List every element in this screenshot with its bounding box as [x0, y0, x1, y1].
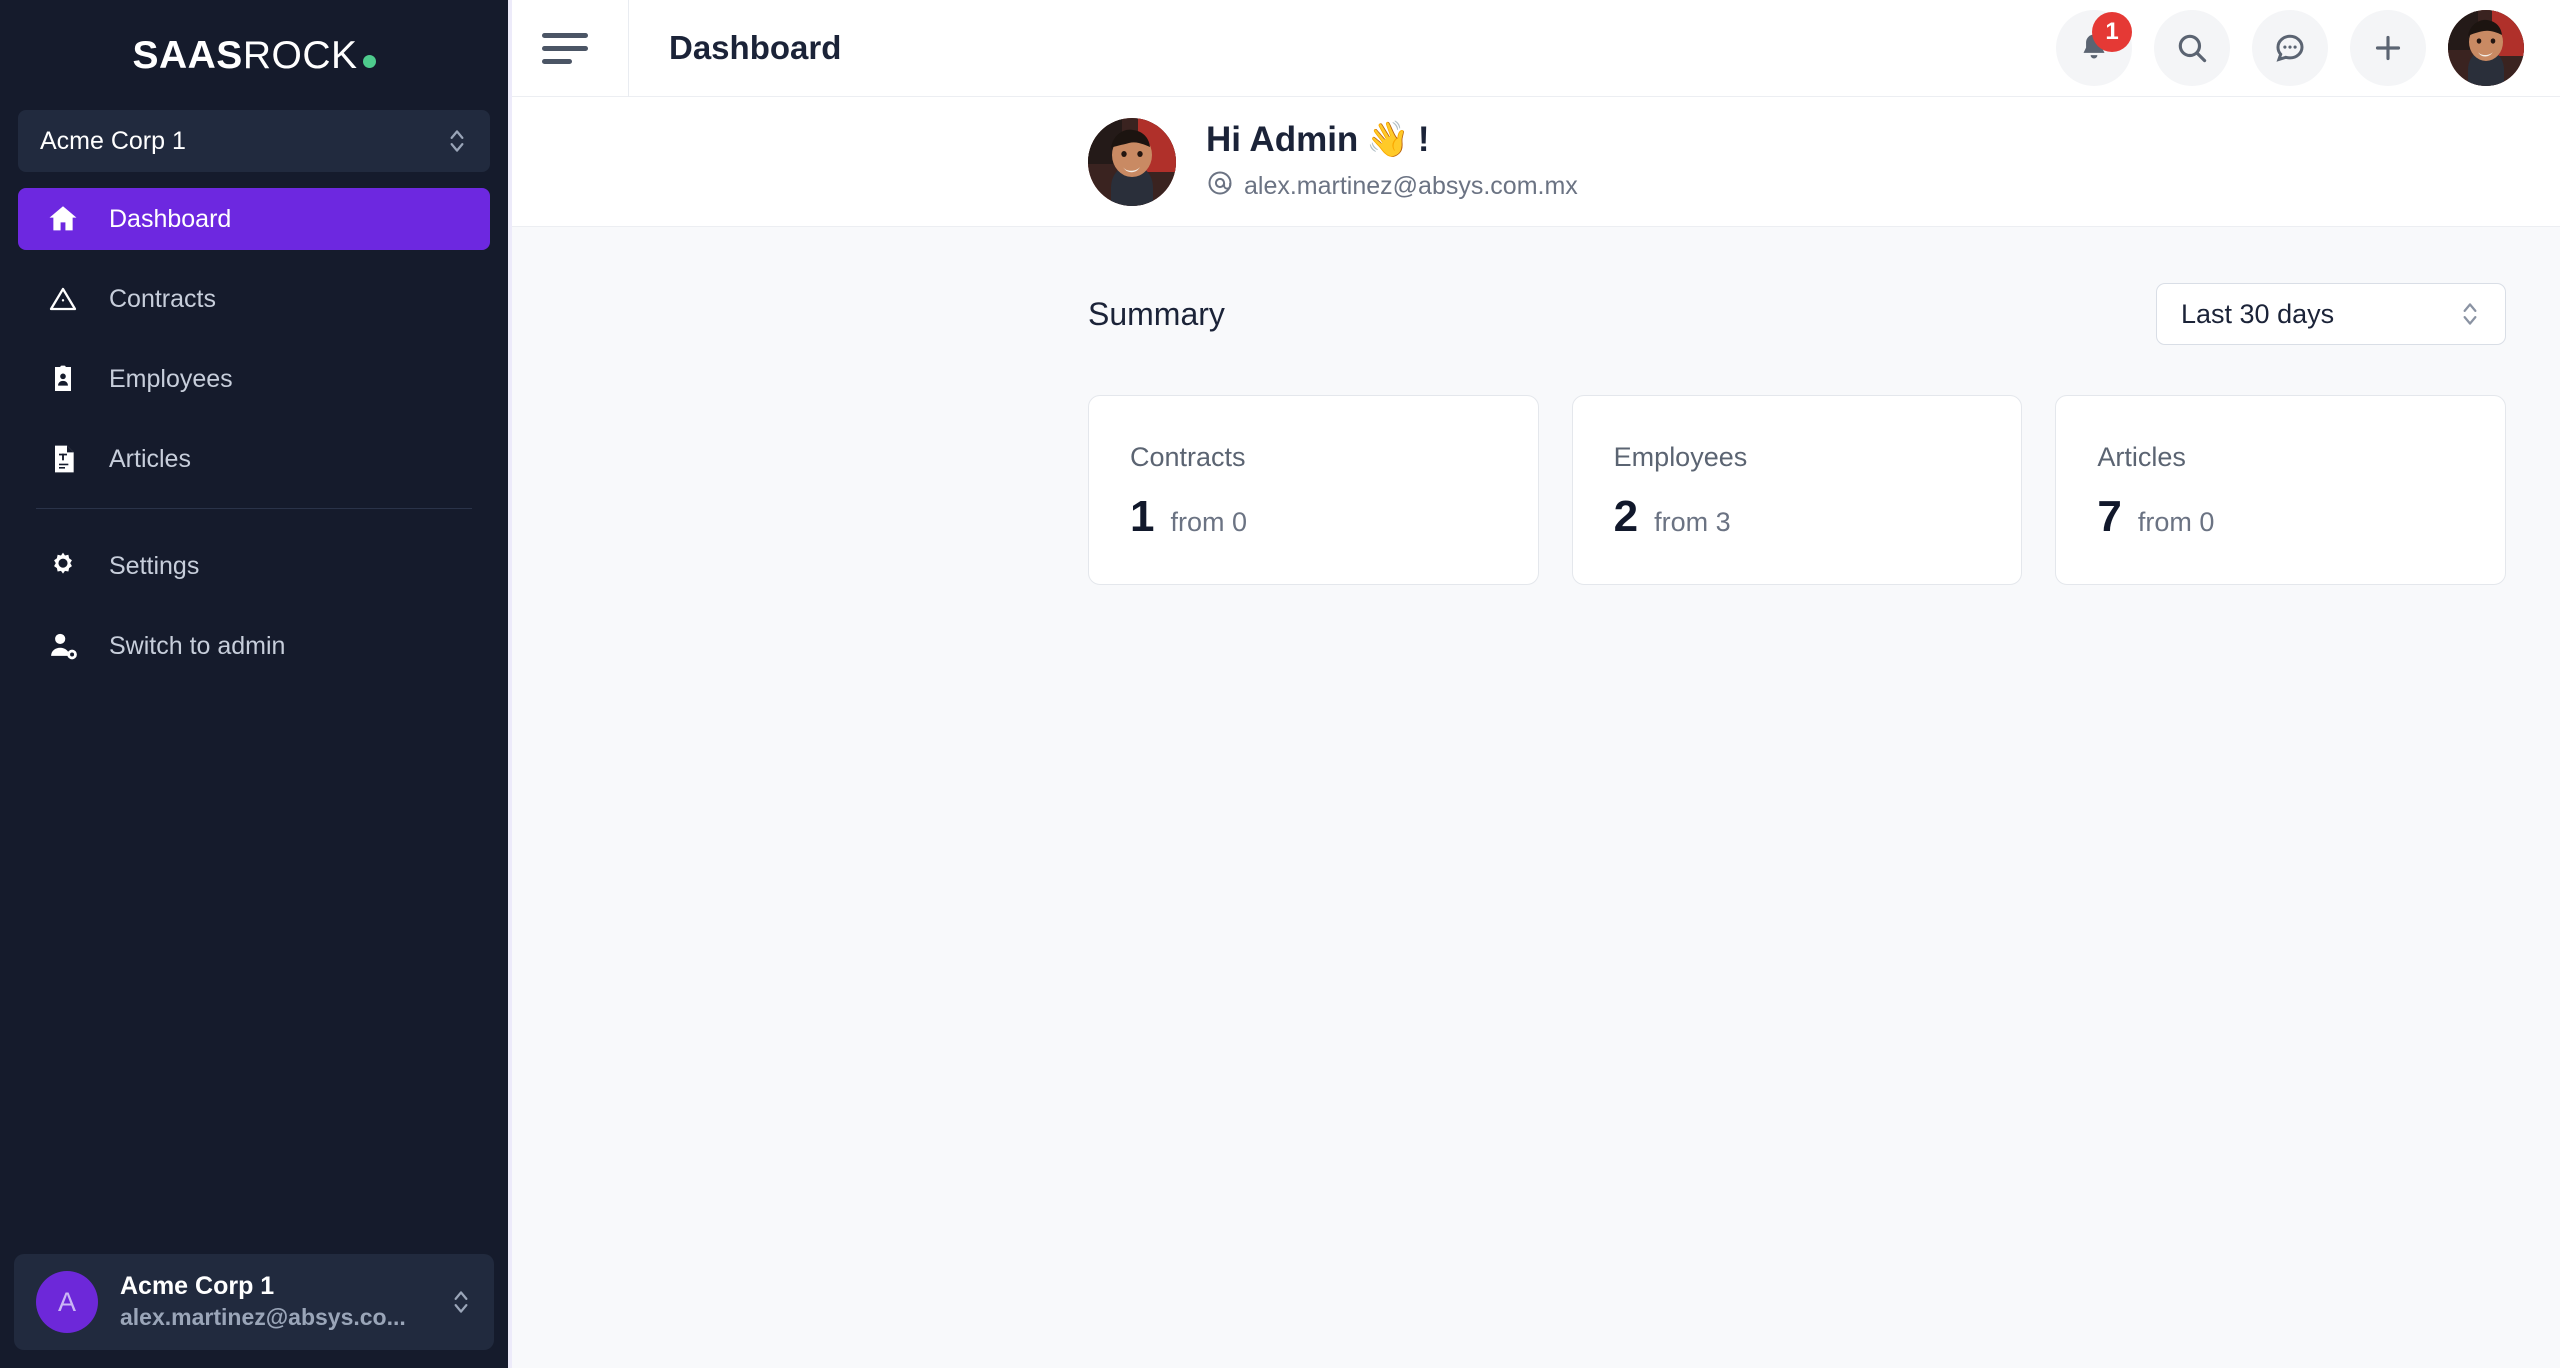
chevron-updown-icon [2459, 297, 2481, 331]
app-root: SAAS ROCK Acme Corp 1 Dashboard Contract… [0, 0, 2560, 1368]
greeting-heading-text: Hi Admin [1206, 120, 1359, 159]
greeting-heading: Hi Admin 👋 ! [1206, 119, 1578, 161]
sidebar-item-employees[interactable]: Employees [18, 348, 490, 410]
card-from: from 0 [2137, 507, 2215, 537]
brand-logo[interactable]: SAAS ROCK [0, 0, 508, 110]
sidebar-nav: Dashboard Contracts Employees Articles S… [0, 188, 508, 695]
sidebar-item-settings[interactable]: Settings [18, 535, 490, 597]
chevron-updown-icon [450, 1285, 472, 1319]
date-range-select[interactable]: Last 30 days [2156, 283, 2506, 345]
greeting-avatar [1088, 118, 1176, 206]
greeting-email-row: alex.martinez@absys.com.mx [1206, 169, 1578, 204]
sidebar-label-settings: Settings [109, 551, 200, 580]
greeting-exclamation: ! [1417, 120, 1430, 159]
search-button[interactable] [2154, 10, 2230, 86]
summary-card-employees[interactable]: Employees 2 from 3 [1571, 395, 2023, 585]
summary-cards: Contracts 1 from 0 Employees 2 from 3 Ar… [1088, 395, 2507, 585]
card-value: 2 [1613, 492, 1639, 541]
avatar: A [36, 1271, 98, 1333]
sidebar-item-articles[interactable]: Articles [18, 428, 490, 490]
page-title: Dashboard [669, 29, 842, 66]
sidebar-user-name: Acme Corp 1 [120, 1272, 275, 1301]
at-sign-icon [1206, 169, 1234, 204]
gear-icon [44, 547, 82, 585]
dashboard-content: Summary Last 30 days Contracts 1 from 0 … [512, 227, 2560, 1368]
sidebar-user-card[interactable]: A Acme Corp 1 alex.martinez@absys.co... [14, 1254, 494, 1350]
card-values: 2 from 3 [1614, 495, 2022, 539]
card-label: Contracts [1130, 442, 1246, 472]
sidebar-label-dashboard: Dashboard [109, 204, 232, 233]
user-cog-icon [44, 627, 82, 665]
card-values: 7 from 0 [2097, 495, 2505, 539]
topbar-avatar[interactable] [2448, 10, 2524, 86]
summary-title: Summary [1088, 295, 1225, 332]
card-from: from 0 [1170, 507, 1248, 537]
card-values: 1 from 0 [1130, 495, 1538, 539]
main-area: Dashboard 1 Hi Admin 👋 ! alex.martinez@a… [512, 0, 2560, 1368]
sidebar-label-contracts: Contracts [109, 284, 216, 313]
greeting-banner: Hi Admin 👋 ! alex.martinez@absys.com.mx [512, 97, 2560, 227]
greeting-text: Hi Admin 👋 ! alex.martinez@absys.com.mx [1206, 119, 1578, 204]
sidebar-item-dashboard[interactable]: Dashboard [18, 188, 490, 250]
card-label: Employees [1613, 442, 1748, 472]
sidebar-item-switch-to-admin[interactable]: Switch to admin [18, 615, 490, 677]
messages-button[interactable] [2252, 10, 2328, 86]
organization-name: Acme Corp 1 [40, 126, 186, 155]
notifications-button[interactable]: 1 [2056, 10, 2132, 86]
topbar-actions: 1 [2056, 10, 2560, 86]
id-badge-icon [44, 360, 82, 398]
topbar: Dashboard 1 [512, 0, 2560, 97]
sidebar: SAAS ROCK Acme Corp 1 Dashboard Contract… [0, 0, 512, 1368]
summary-card-articles[interactable]: Articles 7 from 0 [2055, 395, 2507, 585]
card-value: 7 [2097, 492, 2122, 541]
home-icon [44, 200, 82, 238]
organization-selector[interactable]: Acme Corp 1 [18, 110, 490, 172]
sidebar-label-employees: Employees [109, 364, 233, 393]
brand-logo-light: ROCK [242, 33, 358, 77]
chevron-updown-icon [446, 124, 468, 158]
sidebar-label-switch-to-admin: Switch to admin [109, 631, 286, 660]
brand-logo-dot [362, 54, 376, 68]
date-range-value: Last 30 days [2181, 298, 2335, 329]
card-label: Articles [2097, 442, 2186, 472]
sidebar-item-contracts[interactable]: Contracts [18, 268, 490, 330]
summary-header: Summary Last 30 days [1088, 283, 2506, 345]
sidebar-label-articles: Articles [109, 444, 191, 473]
triangle-alert-icon [44, 280, 82, 318]
sidebar-user-meta: Acme Corp 1 alex.martinez@absys.co... [120, 1271, 450, 1332]
greeting-email: alex.martinez@absys.com.mx [1244, 172, 1578, 200]
notifications-badge: 1 [2092, 12, 2132, 52]
sidebar-user-email: alex.martinez@absys.co... [120, 1303, 406, 1330]
document-text-icon [44, 440, 82, 478]
wave-emoji: 👋 [1366, 120, 1410, 159]
sidebar-divider [36, 508, 472, 509]
card-value: 1 [1130, 492, 1155, 541]
topbar-divider [628, 0, 629, 97]
brand-logo-bold: SAAS [132, 33, 243, 77]
card-from: from 3 [1654, 507, 1731, 537]
hamburger-icon[interactable] [542, 20, 598, 76]
summary-card-contracts[interactable]: Contracts 1 from 0 [1088, 395, 1539, 585]
add-button[interactable] [2350, 10, 2426, 86]
